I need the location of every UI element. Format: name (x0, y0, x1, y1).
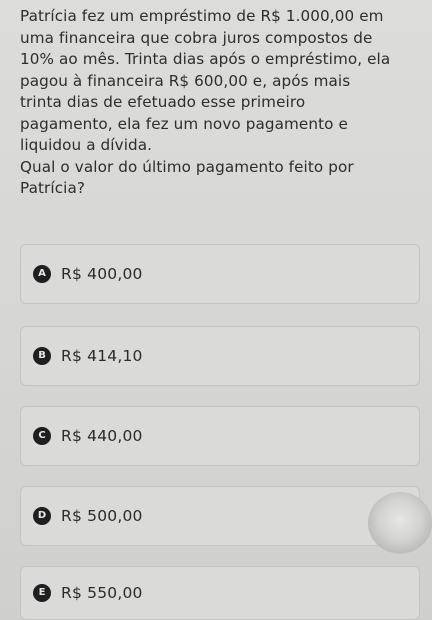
screen: Patrícia fez um empréstimo de R$ 1.000,0… (0, 0, 432, 620)
option-text: R$ 500,00 (61, 507, 143, 525)
option-letter-badge: C (33, 427, 51, 445)
option-letter-badge: D (33, 507, 51, 525)
question-line: trinta dias de efetuado esse primeiro (20, 93, 306, 111)
question-line: Qual o valor do último pagamento feito p… (20, 157, 354, 176)
option-letter-badge: A (33, 265, 51, 283)
option-c[interactable]: C R$ 440,00 (20, 406, 420, 466)
option-text: R$ 414,10 (61, 347, 143, 365)
question-line: pagamento, ela fez um novo pagamento e (20, 114, 348, 133)
option-letter-badge: B (33, 347, 51, 365)
question-line: Patrícia? (20, 179, 86, 197)
option-text: R$ 550,00 (61, 584, 143, 602)
option-text: R$ 400,00 (61, 265, 143, 283)
question-line: pagou à financeira R$ 600,00 e, após mai… (20, 71, 351, 90)
question-line: liquidou a dívida. (20, 136, 153, 154)
option-letter-badge: E (33, 584, 51, 602)
question-line: uma financeira que cobra juros compostos… (20, 28, 373, 47)
screen-glare (368, 492, 432, 554)
option-text: R$ 440,00 (61, 427, 143, 445)
option-e[interactable]: E R$ 550,00 (20, 566, 420, 620)
option-d[interactable]: D R$ 500,00 (20, 486, 420, 546)
option-b[interactable]: B R$ 414,10 (20, 326, 420, 386)
question-line: 10% ao mês. Trinta dias após o empréstim… (20, 50, 391, 68)
option-a[interactable]: A R$ 400,00 (20, 244, 420, 304)
question-line: Patrícia fez um empréstimo de R$ 1.000,0… (20, 7, 384, 25)
question-text: Patrícia fez um empréstimo de R$ 1.000,0… (20, 6, 430, 200)
